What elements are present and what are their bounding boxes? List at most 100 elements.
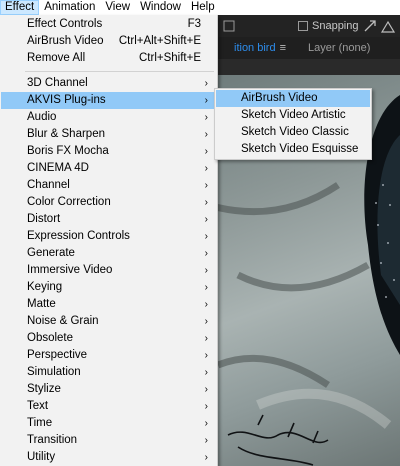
menu-category-label: Generate <box>27 247 75 259</box>
menu-category-expression-controls[interactable]: Expression Controls › <box>1 228 216 245</box>
submenu-item-label: AirBrush Video <box>241 92 318 104</box>
toolbar: Snapping <box>218 15 400 37</box>
submenu-arrow-icon: › <box>204 248 208 259</box>
effect-menu: Effect Controls F3 AirBrush Video Ctrl+Alt+… <box>0 15 218 466</box>
tab-layer[interactable]: Layer (none) <box>308 42 370 54</box>
submenu-arrow-icon: › <box>204 112 208 123</box>
submenu-item-sketch-video-esquisse[interactable]: Sketch Video Esquisse <box>216 141 370 158</box>
menu-animation[interactable]: Animation <box>39 0 100 15</box>
viewer-header <box>218 59 400 75</box>
menu-category-boris-fx-mocha[interactable]: Boris FX Mocha › <box>1 143 216 160</box>
submenu-arrow-icon: › <box>204 180 208 191</box>
menu-category-cinema-4d[interactable]: CINEMA 4D › <box>1 160 216 177</box>
submenu-arrow-icon: › <box>204 367 208 378</box>
menu-category-label: CINEMA 4D <box>27 162 89 174</box>
menu-category-label: Expression Controls <box>27 230 130 242</box>
submenu-item-airbrush-video[interactable]: AirBrush Video <box>216 90 370 107</box>
snapping-checkbox[interactable] <box>298 21 308 31</box>
menu-category-perspective[interactable]: Perspective › <box>1 347 216 364</box>
menu-category-text[interactable]: Text › <box>1 398 216 415</box>
submenu-arrow-icon: › <box>204 350 208 361</box>
menu-category-label: Obsolete <box>27 332 74 344</box>
akvis-submenu: AirBrush Video Sketch Video Artistic Sketc… <box>214 88 372 160</box>
menu-category-audio[interactable]: Audio › <box>1 109 216 126</box>
menu-category-generate[interactable]: Generate › <box>1 245 216 262</box>
menu-category-simulation[interactable]: Simulation › <box>1 364 216 381</box>
menu-category-label: Blur & Sharpen <box>27 128 105 140</box>
menu-category-label: Color Correction <box>27 196 111 208</box>
menu-category-label: Utility <box>27 451 56 463</box>
submenu-arrow-icon: › <box>204 333 208 344</box>
menu-category-label: Time <box>27 417 53 429</box>
menu-category-time[interactable]: Time › <box>1 415 216 432</box>
menu-item-airbrush-video[interactable]: AirBrush Video Ctrl+Alt+Shift+E <box>1 33 216 50</box>
menu-category-color-correction[interactable]: Color Correction › <box>1 194 216 211</box>
menu-category-label: Distort <box>27 213 61 225</box>
submenu-arrow-icon: › <box>204 231 208 242</box>
menu-category-label: Perspective <box>27 349 88 361</box>
submenu-arrow-icon: › <box>204 163 208 174</box>
submenu-arrow-icon: › <box>204 282 208 293</box>
submenu-arrow-icon: › <box>204 384 208 395</box>
tool-icon[interactable] <box>222 19 236 33</box>
menu-category-label: Keying <box>27 281 63 293</box>
submenu-item-label: Sketch Video Artistic <box>241 109 346 121</box>
menu-category-transition[interactable]: Transition › <box>1 432 216 449</box>
menu-category-label: Noise & Grain <box>27 315 99 327</box>
menu-item-effect-controls[interactable]: Effect Controls F3 <box>1 16 216 33</box>
submenu-arrow-icon: › <box>204 95 208 106</box>
menu-category-label: Immersive Video <box>27 264 113 276</box>
menu-window[interactable]: Window <box>135 0 186 15</box>
snap-features-icon[interactable] <box>380 19 395 33</box>
submenu-arrow-icon: › <box>204 265 208 276</box>
menu-category-label: 3D Channel <box>27 77 88 89</box>
menu-category-label: Transition <box>27 434 78 446</box>
submenu-arrow-icon: › <box>204 401 208 412</box>
submenu-item-sketch-video-artistic[interactable]: Sketch Video Artistic <box>216 107 370 124</box>
submenu-arrow-icon: › <box>204 197 208 208</box>
menu-category-label: Text <box>27 400 49 412</box>
menu-effect[interactable]: Effect <box>0 0 40 15</box>
submenu-arrow-icon: › <box>204 129 208 140</box>
menu-category-label: Simulation <box>27 366 81 378</box>
menu-category-label: Boris FX Mocha <box>27 145 109 157</box>
tab-menu-icon[interactable]: ≡ <box>280 42 286 54</box>
menu-category-immersive-video[interactable]: Immersive Video › <box>1 262 216 279</box>
submenu-arrow-icon: › <box>204 78 208 89</box>
menu-category-matte[interactable]: Matte › <box>1 296 216 313</box>
submenu-arrow-icon: › <box>204 418 208 429</box>
menu-category-keying[interactable]: Keying › <box>1 279 216 296</box>
menu-category-obsolete[interactable]: Obsolete › <box>1 330 216 347</box>
menu-item-label: Remove All <box>27 52 86 64</box>
submenu-arrow-icon: › <box>204 452 208 463</box>
menu-category-distort[interactable]: Distort › <box>1 211 216 228</box>
menu-view[interactable]: View <box>100 0 135 15</box>
menu-category-label: AKVIS Plug-ins <box>27 94 106 106</box>
menu-category-channel[interactable]: Channel › <box>1 177 216 194</box>
submenu-arrow-icon: › <box>204 299 208 310</box>
menu-category-blur-sharpen[interactable]: Blur & Sharpen › <box>1 126 216 143</box>
tab-composition[interactable]: ition bird <box>234 42 276 54</box>
submenu-arrow-icon: › <box>204 146 208 157</box>
snap-edges-icon[interactable] <box>363 19 377 33</box>
menu-item-remove-all[interactable]: Remove All Ctrl+Shift+E <box>1 50 216 67</box>
menu-category-utility[interactable]: Utility › <box>1 449 216 466</box>
menu-separator <box>25 71 214 72</box>
menu-category-label: Audio <box>27 111 57 123</box>
menu-category-noise-grain[interactable]: Noise & Grain › <box>1 313 216 330</box>
menu-item-shortcut: F3 <box>187 18 201 30</box>
menu-help[interactable]: Help <box>186 0 220 15</box>
menu-bar: Effect Animation View Window Help <box>0 0 400 15</box>
menu-category-stylize[interactable]: Stylize › <box>1 381 216 398</box>
submenu-arrow-icon: › <box>204 316 208 327</box>
menu-category-3d-channel[interactable]: 3D Channel › <box>1 75 216 92</box>
submenu-item-sketch-video-classic[interactable]: Sketch Video Classic <box>216 124 370 141</box>
snapping-label: Snapping <box>312 20 359 32</box>
menu-category-label: Channel <box>27 179 70 191</box>
submenu-item-label: Sketch Video Classic <box>241 126 349 138</box>
menu-category-akvis-plug-ins[interactable]: AKVIS Plug-ins › <box>1 92 216 109</box>
submenu-arrow-icon: › <box>204 214 208 225</box>
panel-tabs: ition bird ≡ Layer (none) <box>218 37 400 59</box>
menu-item-label: Effect Controls <box>27 18 103 30</box>
submenu-item-label: Sketch Video Esquisse <box>241 143 359 155</box>
